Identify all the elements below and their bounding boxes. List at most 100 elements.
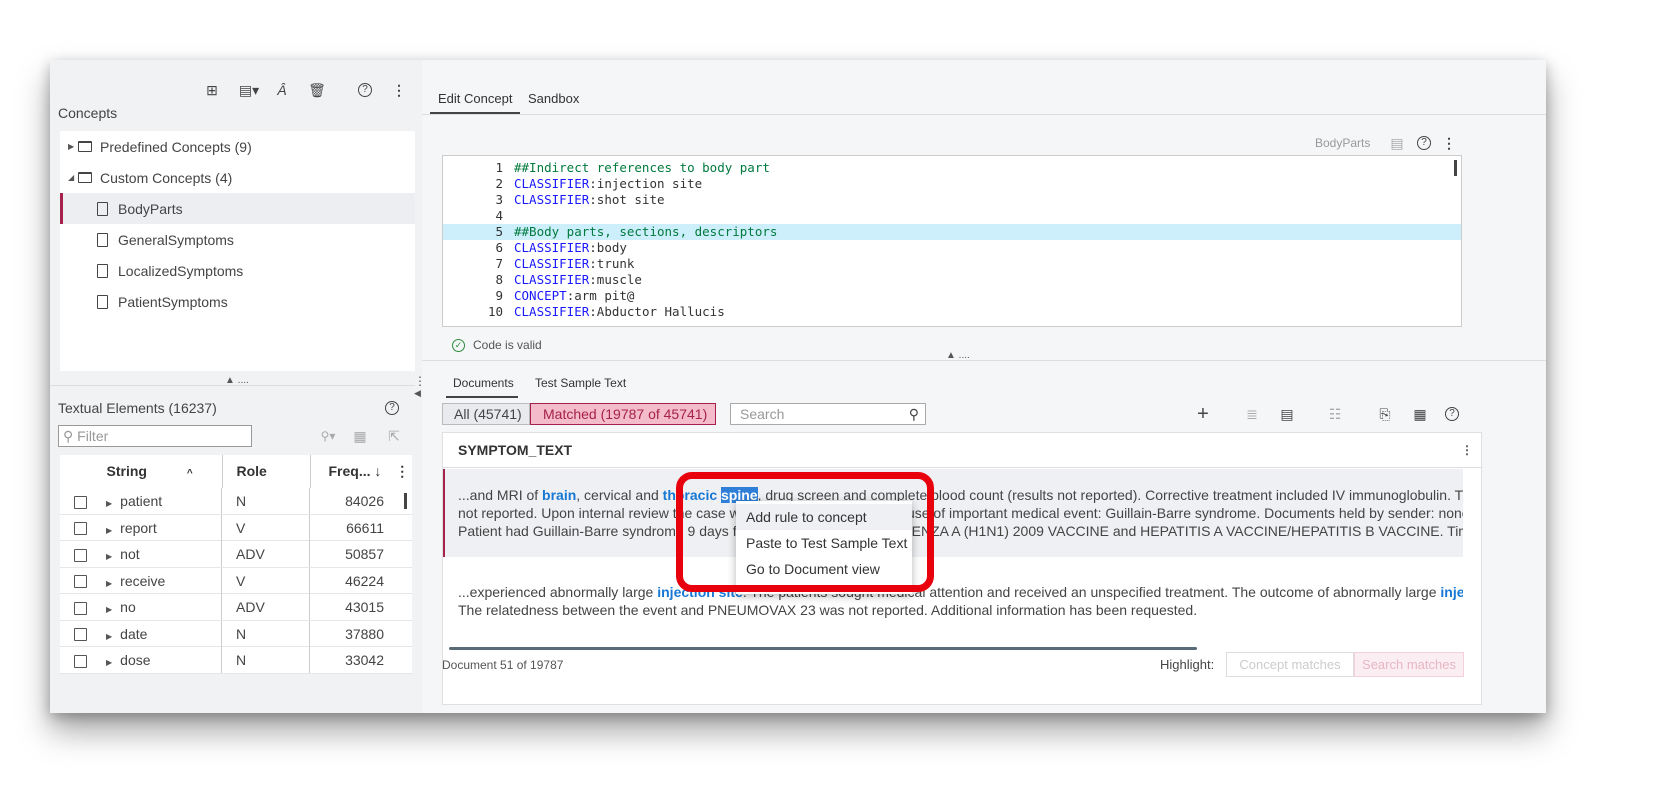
new-concept-icon[interactable]: ⊞: [202, 80, 222, 100]
code-line[interactable]: 3 CLASSIFIER:shot site: [443, 192, 1461, 208]
search-options-icon[interactable]: ⚲▾: [316, 427, 340, 445]
table-row[interactable]: ▶ dose N 33042: [60, 647, 412, 674]
line-number: 6: [495, 240, 503, 255]
outline-icon[interactable]: ☷: [1325, 404, 1345, 424]
code-editor[interactable]: 1 ##Indirect references to body part 2 CLAS…: [442, 155, 1462, 327]
expand-caret-icon[interactable]: ▶: [106, 552, 112, 561]
expand-caret-icon[interactable]: ▶: [106, 526, 112, 535]
tree-item-predefined[interactable]: ▶ Predefined Concepts (9): [60, 131, 432, 162]
code-line[interactable]: 7 CLASSIFIER:trunk: [443, 256, 1461, 272]
code-line[interactable]: 2 CLASSIFIER:injection site: [443, 176, 1461, 192]
preview-icon[interactable]: ▤: [1387, 133, 1407, 153]
table-scrollbar[interactable]: [404, 493, 407, 509]
string-cell: ▶ patient: [100, 488, 222, 514]
code-line[interactable]: 5 ##Body parts, sections, descriptors: [443, 224, 1461, 240]
code-text: CLASSIFIER:body: [514, 240, 627, 256]
expand-caret-icon[interactable]: ▶: [106, 658, 112, 667]
column-freq[interactable]: Freq... ↓ ⋮: [310, 455, 412, 489]
help-icon[interactable]: ?: [355, 80, 375, 100]
horizontal-scrollbar[interactable]: [449, 647, 1197, 650]
highlight-label: Highlight:: [1160, 657, 1215, 672]
tree-item-bodyparts[interactable]: BodyParts: [60, 193, 432, 224]
rename-icon[interactable]: Ȃ: [272, 80, 292, 100]
row-checkbox[interactable]: [73, 548, 87, 562]
code-line[interactable]: 8 CLASSIFIER:muscle: [443, 272, 1461, 288]
help-icon[interactable]: ?: [1414, 133, 1434, 153]
row-checkbox[interactable]: [73, 654, 87, 668]
help-icon[interactable]: ?: [382, 398, 402, 418]
collapse-left-icon[interactable]: ◀: [414, 388, 421, 399]
tree-item-patientsymptoms[interactable]: PatientSymptoms: [60, 286, 432, 317]
tab-test-sample-text[interactable]: Test Sample Text: [535, 376, 626, 390]
export-icon[interactable]: ⇱: [384, 427, 404, 445]
tree-item-custom[interactable]: ◢ Custom Concepts (4): [60, 162, 432, 193]
editor-scrollbar[interactable]: [1454, 160, 1457, 176]
code-text: CONCEPT:arm pit@: [514, 288, 634, 304]
document-search-input[interactable]: Search ⚲: [730, 403, 926, 425]
table-row[interactable]: ▶ receive V 46224: [60, 567, 412, 594]
table-row[interactable]: ▶ no ADV 43015: [60, 594, 412, 621]
code-line[interactable]: 6 CLASSIFIER:body: [443, 240, 1461, 256]
help-icon[interactable]: ?: [1442, 404, 1462, 424]
tree-label: LocalizedSymptoms: [118, 262, 244, 279]
collapse-caret-icon[interactable]: ◢: [68, 173, 78, 182]
document-row[interactable]: ...experienced abnormally large injectio…: [443, 557, 1463, 647]
column-string[interactable]: String ^: [100, 455, 223, 489]
tree-item-generalsymptoms[interactable]: GeneralSymptoms: [60, 224, 432, 255]
new-file-dropdown-icon[interactable]: ▤▾: [236, 80, 262, 100]
table-row[interactable]: ▶ patient N 84026: [60, 488, 412, 515]
more-icon[interactable]: ⋮: [1440, 133, 1458, 153]
columns-icon[interactable]: ▦: [350, 427, 370, 445]
document-row[interactable]: ...and MRI of brain, cervical and thorac…: [443, 469, 1463, 557]
keyword: CLASSIFIER: [514, 304, 590, 319]
code-value: :trunk: [589, 256, 635, 271]
code-line[interactable]: 10 CLASSIFIER:Abductor Hallucis: [443, 304, 1461, 320]
document-text-line: ...experienced abnormally large injectio…: [458, 583, 1463, 601]
column-menu-icon[interactable]: ⋮: [395, 463, 409, 479]
string-cell: ▶ date: [100, 620, 222, 647]
row-checkbox[interactable]: [73, 495, 87, 509]
highlight-text-icon[interactable]: ⎘: [1375, 404, 1395, 424]
expand-caret-icon[interactable]: ▶: [106, 499, 112, 508]
divider: [443, 467, 1481, 468]
row-checkbox[interactable]: [73, 575, 87, 589]
code-line[interactable]: 1 ##Indirect references to body part: [443, 160, 1461, 176]
filter-all-button[interactable]: All (45741): [442, 403, 530, 425]
expand-caret-icon[interactable]: ▶: [106, 632, 112, 641]
code-value: :arm pit@: [566, 288, 635, 303]
table-row[interactable]: ▶ report V 66611: [60, 514, 412, 541]
add-icon[interactable]: +: [1192, 403, 1214, 425]
code-text: ##Body parts, sections, descriptors: [514, 224, 777, 240]
row-checkbox[interactable]: [73, 601, 87, 615]
select-cell: [60, 541, 100, 567]
row-checkbox[interactable]: [73, 522, 87, 536]
file-icon: [97, 263, 108, 278]
search-icon: ⚲: [63, 428, 74, 444]
filter-matched-button[interactable]: Matched (19787 of 45741): [530, 403, 716, 425]
list-view-icon[interactable]: ≣: [1242, 404, 1262, 424]
expand-caret-icon[interactable]: ▶: [106, 605, 112, 614]
code-line[interactable]: 4: [443, 208, 1461, 224]
filter-input[interactable]: ⚲ Filter: [58, 425, 252, 447]
table-row[interactable]: ▶ date N 37880: [60, 620, 412, 647]
tab-edit-concept[interactable]: Edit Concept: [438, 91, 512, 106]
row-checkbox[interactable]: [73, 628, 87, 642]
tab-documents[interactable]: Documents: [453, 376, 514, 390]
document-icon[interactable]: ▤: [1277, 404, 1297, 424]
tree-item-localizedsymptoms[interactable]: LocalizedSymptoms: [60, 255, 432, 286]
column-role[interactable]: Role: [222, 455, 311, 489]
code-text: CLASSIFIER:shot site: [514, 192, 665, 208]
tab-sandbox[interactable]: Sandbox: [528, 91, 579, 106]
document-text-line: ...and MRI of brain, cervical and thorac…: [458, 487, 1463, 503]
code-line[interactable]: 9 CONCEPT:arm pit@: [443, 288, 1461, 304]
expand-caret-icon[interactable]: ▶: [106, 579, 112, 588]
more-icon[interactable]: ⋮: [390, 80, 408, 100]
expand-caret-icon[interactable]: ▶: [68, 142, 78, 151]
column-menu-icon[interactable]: ⋮: [1461, 443, 1473, 457]
columns-icon[interactable]: ▦: [1410, 404, 1430, 424]
delete-icon[interactable]: 🗑: [307, 80, 327, 100]
search-matches-toggle[interactable]: Search matches: [1354, 652, 1464, 677]
cell-text: V: [236, 572, 246, 589]
concept-matches-toggle[interactable]: Concept matches: [1226, 652, 1354, 677]
table-row[interactable]: ▶ not ADV 50857: [60, 541, 412, 568]
